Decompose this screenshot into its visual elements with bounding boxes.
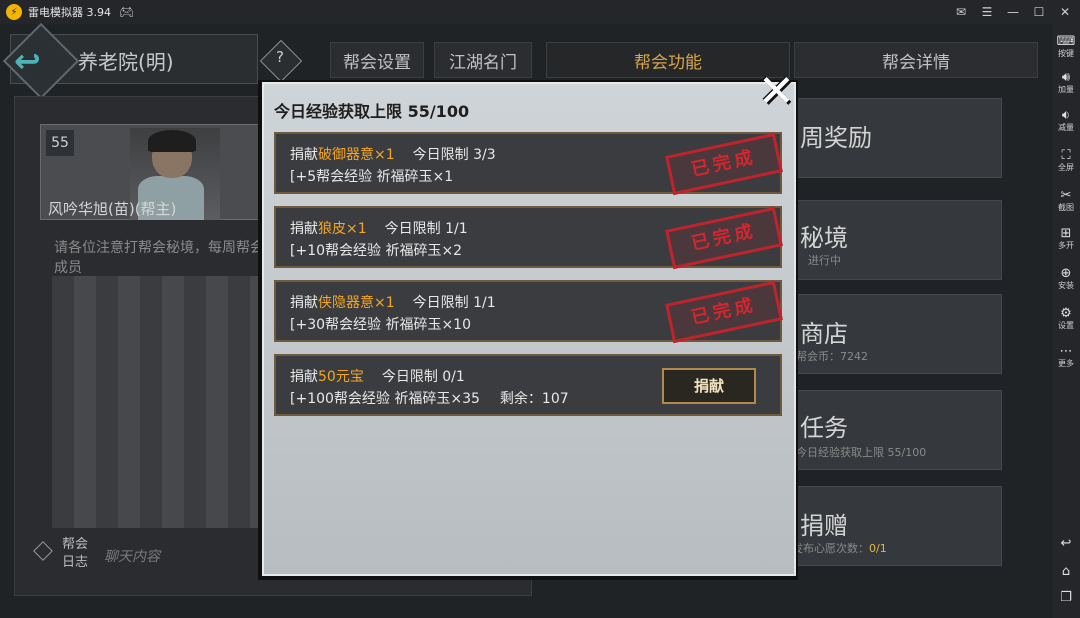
close-window-icon[interactable]: ✕ — [1058, 5, 1072, 19]
func-weekly-reward-title: 周奖励 — [800, 124, 872, 152]
func-shop-title: 商店 — [800, 320, 848, 348]
tab-famous-sects[interactable]: 江湖名门 — [434, 42, 532, 78]
location-title: 养老院(明) — [78, 50, 174, 74]
guild-notice: 请各位注意打帮会秘境，每周帮会成员 — [54, 240, 264, 276]
settings-icon: ⚙ — [1060, 306, 1072, 321]
sidebar-volume-up[interactable]: 🔊︎ 加量 — [1052, 70, 1080, 95]
func-secret-realm-title: 秘境 — [800, 224, 848, 252]
back-nav-icon[interactable]: ↩ — [1052, 536, 1080, 551]
func-donate-title: 捐赠 — [800, 512, 848, 540]
maximize-icon[interactable]: ☐ — [1032, 5, 1046, 19]
sidebar-volume-down[interactable]: 🔉︎ 减量 — [1052, 108, 1080, 133]
mail-icon[interactable]: ✉ — [954, 5, 968, 19]
chat-input[interactable]: 聊天内容 — [104, 546, 160, 566]
task-3-reward: [+30帮会经验 祈福碎玉×10 — [290, 317, 472, 333]
sidebar-install[interactable]: ⊕ 安装 — [1052, 266, 1080, 291]
func-shop-sub: 帮会币：7242 — [796, 350, 868, 363]
recent-apps-icon[interactable]: ❐ — [1052, 590, 1080, 605]
func-secret-realm-sub: 进行中 — [808, 254, 841, 267]
help-icon: ? — [276, 48, 284, 66]
member-list-blurred — [52, 276, 262, 528]
func-donate-sub: 发布心愿次数：0/1 — [792, 542, 887, 555]
keyboard-icon: ⌨ — [1056, 34, 1076, 49]
dialog-title: 今日经验获取上限 55/100 — [274, 102, 470, 121]
emulator-logo-icon: ⚡ — [6, 4, 22, 20]
emulator-titlebar: ⚡ 雷电模拟器 3.94 🎮︎ ✉ ☰ — ☐ ✕ — [0, 0, 1080, 24]
task-1-line1: 捐献破御器意×1 今日限制 3/3 — [290, 147, 496, 163]
sidebar-screenshot[interactable]: ✂ 截图 — [1052, 188, 1080, 213]
task-3-line1: 捐献侠隐器意×1 今日限制 1/1 — [290, 295, 496, 311]
task-2-reward: [+10帮会经验 祈福碎玉×2 — [290, 243, 463, 259]
tab-guild-settings[interactable]: 帮会设置 — [330, 42, 424, 78]
task-4-remaining: 剩余：107 — [499, 391, 569, 407]
menu-icon[interactable]: ☰ — [980, 5, 994, 19]
leader-portrait-hair — [148, 130, 196, 152]
volume-down-icon: 🔉︎ — [1061, 108, 1071, 123]
volume-up-icon: 🔊︎ — [1061, 70, 1071, 85]
tab-guild-functions[interactable]: 帮会功能 — [546, 42, 790, 78]
func-donate-sub-value: 0/1 — [869, 542, 887, 555]
gamepad-icon[interactable]: 🎮︎ — [119, 5, 134, 19]
donate-button[interactable]: 捐献 — [662, 368, 756, 404]
tab-guild-details[interactable]: 帮会详情 — [794, 42, 1038, 78]
close-dialog-icon[interactable]: ✕ — [758, 66, 795, 117]
leader-level-badge: 55 — [46, 130, 74, 156]
home-nav-icon[interactable]: ⌂ — [1052, 564, 1080, 579]
minimize-icon[interactable]: — — [1006, 5, 1020, 19]
apk-install-icon: ⊕ — [1060, 266, 1072, 281]
back-arrow-icon: ↩ — [14, 42, 41, 80]
task-4-line1: 捐献50元宝 今日限制 0/1 — [290, 369, 465, 385]
sidebar-more[interactable]: ⋯ 更多 — [1052, 344, 1080, 369]
sidebar-keyboard[interactable]: ⌨ 按键 — [1052, 34, 1080, 59]
fullscreen-icon: ⛶ — [1061, 148, 1071, 163]
sidebar-multi[interactable]: ⊞ 多开 — [1052, 226, 1080, 251]
sidebar-fullscreen[interactable]: ⛶ 全屏 — [1052, 148, 1080, 173]
emulator-sidebar: ⌨ 按键 🔊︎ 加量 🔉︎ 减量 ⛶ 全屏 ✂ 截图 ⊞ 多开 ⊕ 安装 ⚙ 设… — [1052, 24, 1080, 618]
guild-log-button[interactable]: 帮会日志 — [62, 536, 94, 572]
emulator-title: 雷电模拟器 3.94 — [28, 6, 111, 19]
task-4-reward: [+100帮会经验 祈福碎玉×35 剩余：107 — [290, 391, 569, 407]
task-2-line1: 捐献狼皮×1 今日限制 1/1 — [290, 221, 468, 237]
task-1-reward: [+5帮会经验 祈福碎玉×1 — [290, 169, 454, 185]
func-tasks-sub: 今日经验获取上限 55/100 — [796, 446, 927, 459]
func-tasks-title: 任务 — [800, 414, 848, 442]
scissors-icon: ✂ — [1060, 188, 1072, 203]
more-icon: ⋯ — [1059, 344, 1073, 359]
multi-instance-icon: ⊞ — [1060, 226, 1072, 241]
leader-name: 风吟华旭(苗)(帮主) — [48, 200, 177, 218]
sidebar-settings[interactable]: ⚙ 设置 — [1052, 306, 1080, 331]
